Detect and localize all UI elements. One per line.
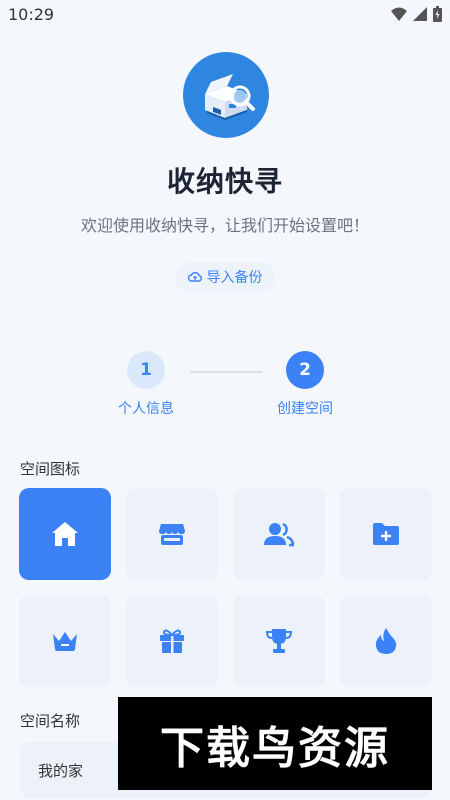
status-bar: 10:29 bbox=[0, 0, 450, 30]
cloud-upload-icon bbox=[187, 271, 202, 282]
status-icons bbox=[391, 6, 442, 22]
folder-plus-icon bbox=[373, 523, 399, 545]
battery-icon bbox=[433, 6, 442, 22]
space-name-label: 空间名称 bbox=[20, 712, 81, 730]
flame-icon bbox=[375, 628, 397, 654]
users-icon bbox=[264, 522, 294, 547]
watermark-overlay: 下载鸟资源 bbox=[118, 697, 432, 790]
import-backup-button[interactable]: 导入备份 bbox=[175, 262, 275, 292]
step-1-label: 个人信息 bbox=[118, 401, 174, 417]
app-logo bbox=[183, 52, 269, 138]
home-icon bbox=[52, 522, 78, 546]
storage-box-icon bbox=[205, 74, 255, 121]
icon-option-folder[interactable] bbox=[340, 488, 432, 580]
icon-option-users[interactable] bbox=[233, 488, 325, 580]
step-2-label: 创建空间 bbox=[277, 401, 333, 417]
icon-option-flame[interactable] bbox=[340, 595, 432, 687]
icon-option-store[interactable] bbox=[126, 488, 218, 580]
step-1-circle[interactable]: 1 bbox=[127, 351, 165, 389]
icon-option-gift[interactable] bbox=[126, 595, 218, 687]
step-2-circle: 2 bbox=[286, 351, 324, 389]
step-connector bbox=[190, 371, 262, 373]
icon-option-crown[interactable] bbox=[19, 595, 111, 687]
store-icon bbox=[159, 524, 185, 545]
import-backup-label: 导入备份 bbox=[206, 270, 263, 286]
signal-icon bbox=[413, 7, 427, 21]
icon-option-trophy[interactable] bbox=[233, 595, 325, 687]
status-time: 10:29 bbox=[8, 5, 55, 24]
gift-icon bbox=[160, 629, 184, 653]
wifi-icon bbox=[391, 7, 407, 21]
crown-icon bbox=[53, 632, 77, 651]
space-icon-label: 空间图标 bbox=[20, 460, 81, 478]
welcome-subtitle: 欢迎使用收纳快寻，让我们开始设置吧！ bbox=[80, 216, 369, 235]
trophy-icon bbox=[265, 629, 293, 653]
app-title: 收纳快寻 bbox=[166, 165, 283, 198]
icon-option-home[interactable] bbox=[19, 488, 111, 580]
